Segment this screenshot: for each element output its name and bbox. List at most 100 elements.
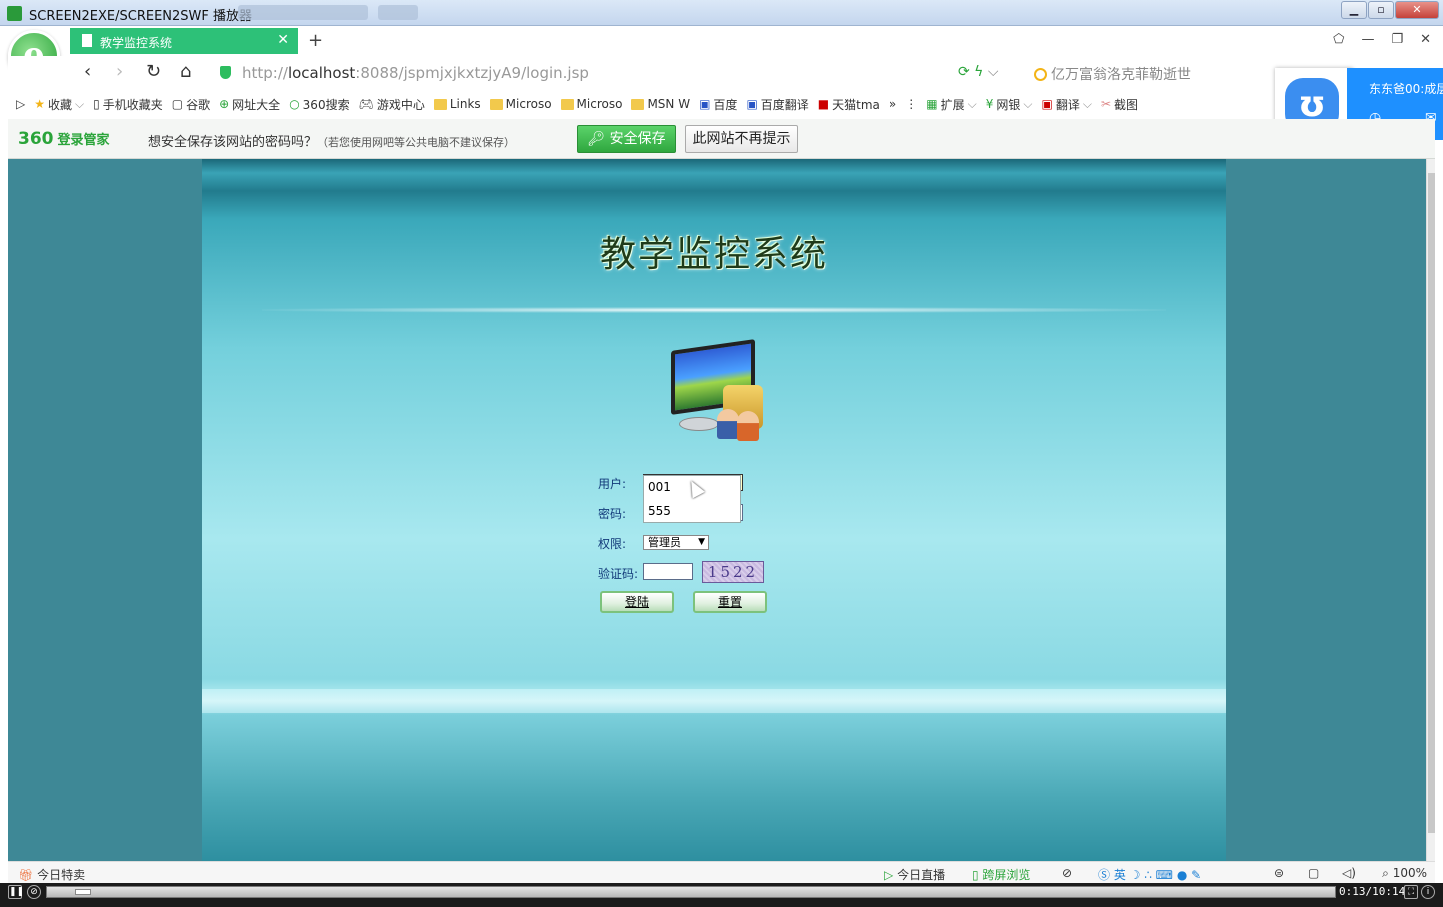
decorative-glow [262,307,1166,313]
password-label: 密码: [598,507,627,521]
page-viewport: 教学监控系统 用户: 001 密码: 权限: 管理员▼ 001 555 验证码:… [8,159,1426,861]
pause-button[interactable]: ❚❚ [8,885,24,899]
fullscreen-button[interactable]: ⛶ [1404,885,1418,899]
translate-icon: ▣ [746,97,758,111]
live-link[interactable]: ▷ 今日直播 [884,866,945,883]
window-controls: ▁ ▫ ✕ [1341,1,1439,19]
playback-time: 0:13/10:14 [1339,885,1406,898]
bookmark-item[interactable]: ✂ 截图 [1101,96,1138,113]
vertical-scrollbar[interactable] [1426,159,1435,861]
translate-icon: ▣ [1041,97,1053,111]
autocomplete-option[interactable]: 555 [644,500,740,524]
bookmark-item[interactable]: ▣ 翻译 ⌵ [1041,96,1091,113]
blurred-tab [238,5,368,20]
role-select[interactable]: 管理员 ▼ [643,535,709,550]
cross-screen-link[interactable]: ▯ 跨屏浏览 [972,866,1030,883]
user-label: 用户: [598,477,627,491]
info-button[interactable]: i [1421,885,1435,899]
page-title: 教学监控系统 [599,234,828,275]
home-icon[interactable]: ⌂ [180,61,191,82]
password-save-message: 想安全保存该网站的密码吗？（若您使用网吧等公共电脑不建议保存） [148,135,516,150]
gift-icon: 🎁︎ [18,868,34,882]
bookmark-item[interactable]: Microso [489,97,552,111]
restore-icon[interactable]: ❐ [1391,32,1403,47]
bookmark-item[interactable]: ▦ 扩展 ⌵ [926,96,976,113]
stop-button[interactable]: ⊘ [27,885,41,899]
today-sale-link[interactable]: 🎁︎ 今日特卖 [18,866,85,883]
ime-indicator[interactable]: Ⓢ 英 ☽ ∴ ⌨ ● ✎ [1098,866,1201,883]
bookmark-item[interactable]: ⊕ 网址大全 [219,96,280,113]
folder-icon [631,98,645,110]
never-prompt-button[interactable]: 此网站不再提示 [685,125,798,153]
search-ring-icon: ○ [289,97,300,111]
tmall-icon: ■ [817,97,830,111]
reset-button[interactable]: 重置 [693,591,767,613]
speed-mode-icon[interactable]: ⟳ ϟ ⌵ [958,64,999,80]
bookmarks-bar: ▷ ★ 收藏 ⌵ ▯ 手机收藏夹 ▢ 谷歌 ⊕ 网址大全 ○ 360搜索 🎮︎ 游戏中心 Li… [8,91,1278,117]
shirt-icon[interactable]: ⬠ [1333,32,1344,47]
bookmark-item[interactable]: ▣ 百度翻译 [746,96,808,113]
page-icon: ▢ [171,97,184,111]
app-icon [7,6,22,21]
folder-icon [560,98,574,110]
tab-title: 教学监控系统 [100,36,173,50]
bookmark-item[interactable]: MSN W [631,97,690,111]
close-icon[interactable]: ✕ [1420,32,1431,47]
notification-text: 东东爸00:成层 [1369,82,1443,96]
phone-icon: ▯ [93,97,100,111]
chevron-down-icon: ▼ [698,537,705,547]
seek-knob[interactable] [75,889,91,895]
scissors-icon: ✂ [1100,97,1111,111]
tool-icon[interactable]: ⊘ [1062,866,1072,880]
login-button[interactable]: 登陆 [600,591,674,613]
menu-dots-button[interactable]: ⋮ [905,97,917,111]
login-panel: 教学监控系统 用户: 001 密码: 权限: 管理员▼ 001 555 验证码:… [202,159,1226,861]
tab-active[interactable]: 教学监控系统 ✕ [70,28,298,54]
search-ring-icon [1034,68,1047,81]
role-label: 权限: [598,537,627,551]
bookmark-item[interactable]: ■ 天猫tma [818,96,880,113]
bookmark-item[interactable]: ▢ 谷歌 [172,96,210,113]
bookmark-item[interactable]: ¥ 网银 ⌵ [986,96,1033,113]
sidebar-toggle-icon[interactable]: ▷ [16,97,25,111]
tab-strip-controls: ⬠ — ❐ ✕ [1333,32,1431,47]
window-icon[interactable]: ▢ [1308,866,1319,880]
scrollbar-thumb[interactable] [1428,173,1435,833]
player-title: SCREEN2EXE/SCREEN2SWF 播放器 [29,9,252,24]
player-title-bar: SCREEN2EXE/SCREEN2SWF 播放器 ▁ ▫ ✕ [0,0,1443,26]
maximize-button[interactable]: ▫ [1368,1,1394,19]
360-logo: 360 登录管家 [18,129,110,149]
back-icon[interactable]: ‹ [84,61,91,82]
more-bookmarks-button[interactable]: » [889,97,896,111]
bookmark-item[interactable]: Links [433,97,481,111]
computer-lock-illustration [665,339,773,453]
forward-icon[interactable]: › [116,61,123,82]
decorative-band [202,689,1226,713]
close-button[interactable]: ✕ [1395,1,1439,19]
bookmark-item[interactable]: ▯ 手机收藏夹 [93,96,163,113]
grid-icon: ▦ [926,97,938,111]
seek-bar[interactable] [46,886,1336,898]
zoom-level[interactable]: ⌕ 100% [1382,866,1427,881]
new-tab-button[interactable]: + [308,30,323,51]
tab-close-icon[interactable]: ✕ [277,32,289,48]
yen-icon: ¥ [985,97,994,111]
captcha-label: 验证码: [598,567,639,581]
minimize-icon[interactable]: — [1361,32,1374,47]
bookmark-item[interactable]: ○ 360搜索 [289,96,349,113]
captcha-image[interactable]: 1522 [702,561,764,583]
url-input[interactable]: http://localhost:8088/jspmjxjkxtzjyA9/lo… [242,64,589,82]
bookmark-item[interactable]: 🎮︎ 游戏中心 [359,96,425,113]
bookmark-item[interactable]: Microso [560,97,622,111]
download-icon[interactable]: ⊜ [1274,866,1284,880]
search-input[interactable]: 亿万富翁洛克菲勒逝世 [1034,64,1191,84]
refresh-icon[interactable]: ↻ [146,61,161,82]
bookmark-item[interactable]: ▣ 百度 [699,96,737,113]
folder-icon [489,98,503,110]
save-password-button[interactable]: 🔑︎ 安全保存 [577,125,676,153]
sound-icon[interactable]: ◁) [1342,866,1356,880]
bookmark-item[interactable]: ★ 收藏 ⌵ [34,96,84,113]
play-icon: ▷ [884,868,894,882]
captcha-input[interactable] [643,563,693,580]
minimize-button[interactable]: ▁ [1341,1,1367,19]
